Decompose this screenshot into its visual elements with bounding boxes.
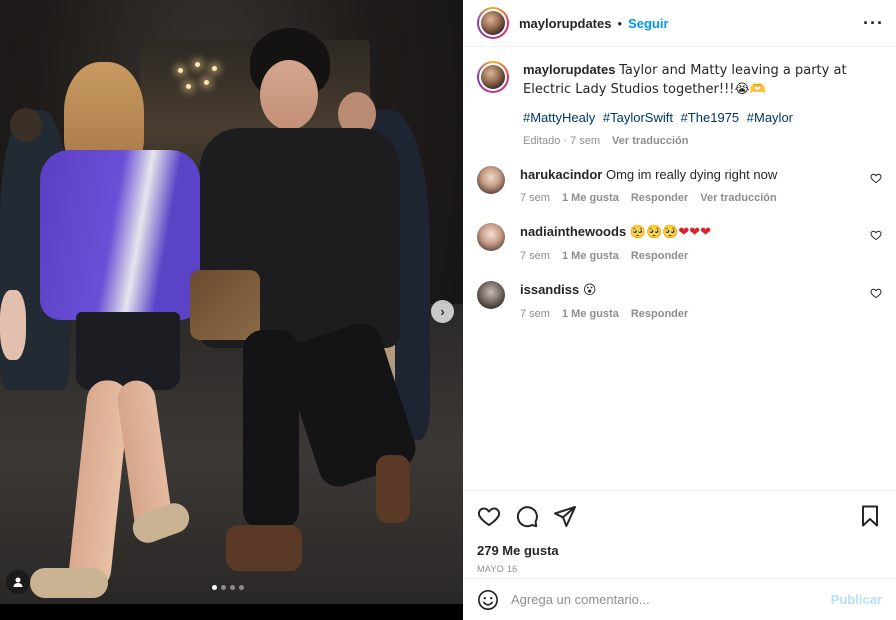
comment-bubble-icon[interactable] bbox=[515, 504, 539, 528]
commenter-username[interactable]: nadiainthewoods bbox=[520, 224, 626, 239]
author-username[interactable]: maylorupdates bbox=[519, 16, 611, 31]
light-bulb bbox=[212, 66, 217, 71]
chevron-right-icon: › bbox=[440, 304, 445, 319]
avatar bbox=[479, 63, 507, 91]
comments-section: maylorupdates Taylor and Matty leaving a… bbox=[463, 47, 896, 490]
hashtag-link[interactable]: #MattyHealy bbox=[523, 110, 595, 125]
comment-text: Omg im really dying right now bbox=[605, 167, 778, 182]
bookmark-icon[interactable] bbox=[858, 504, 882, 528]
comment-time: 7 sem bbox=[520, 192, 550, 204]
comment-meta: 7 sem 1 Me gusta Responder bbox=[520, 247, 858, 265]
handbag bbox=[190, 270, 260, 340]
comment-likes[interactable]: 1 Me gusta bbox=[562, 247, 619, 265]
bystander-head bbox=[10, 108, 42, 142]
comment-likes[interactable]: 1 Me gusta bbox=[562, 305, 619, 323]
man-boot bbox=[376, 455, 410, 523]
light-bulb bbox=[204, 80, 209, 85]
post-side-panel: maylorupdates • Seguir ··· maylorupdates… bbox=[463, 0, 896, 620]
reply-button[interactable]: Responder bbox=[631, 189, 688, 207]
comment-composer: Publicar bbox=[463, 578, 896, 620]
comment-row: harukacindor Omg im really dying right n… bbox=[477, 166, 882, 207]
edited-timestamp: Editado · 7 sem bbox=[523, 135, 601, 147]
light-bulb bbox=[178, 68, 183, 73]
instagram-post-modal: › maylorupdates • Seguir ··· maylorupdat… bbox=[0, 0, 896, 620]
comment-body: harukacindor Omg im really dying right n… bbox=[520, 166, 882, 207]
comment-row: issandiss 😮 7 sem 1 Me gusta Responder bbox=[477, 281, 882, 323]
comment-body: nadiainthewoods 🥺🥺🥺❤❤❤ 7 sem 1 Me gusta … bbox=[520, 223, 882, 265]
commenter-avatar[interactable] bbox=[477, 281, 505, 309]
comment-meta: 7 sem 1 Me gusta Responder bbox=[520, 305, 858, 323]
comment-time: 7 sem bbox=[520, 308, 550, 320]
light-bulb bbox=[186, 84, 191, 89]
comment-meta: 7 sem 1 Me gusta Responder Ver traducció… bbox=[520, 189, 858, 207]
commenter-avatar[interactable] bbox=[477, 223, 505, 251]
comment-likes[interactable]: 1 Me gusta bbox=[562, 189, 619, 207]
more-options-icon[interactable]: ··· bbox=[863, 14, 884, 32]
hashtag-link[interactable]: #Maylor bbox=[747, 110, 793, 125]
avatar bbox=[479, 9, 507, 37]
hashtag-link[interactable]: #TaylorSwift bbox=[603, 110, 673, 125]
heart-icon[interactable] bbox=[870, 172, 882, 184]
caption-body: maylorupdates Taylor and Matty leaving a… bbox=[523, 61, 882, 150]
hashtag-link[interactable]: #The1975 bbox=[681, 110, 740, 125]
caption-row: maylorupdates Taylor and Matty leaving a… bbox=[477, 61, 882, 150]
woman-skirt bbox=[76, 312, 180, 390]
comment-text: 🥺🥺🥺❤❤❤ bbox=[629, 225, 712, 240]
likes-count[interactable]: 279 Me gusta bbox=[477, 543, 882, 558]
caption-meta: Editado · 7 sem Ver traducción bbox=[523, 132, 882, 150]
comment-row: nadiainthewoods 🥺🥺🥺❤❤❤ 7 sem 1 Me gusta … bbox=[477, 223, 882, 265]
carousel-dot bbox=[230, 585, 235, 590]
post-date: MAYO 16 bbox=[477, 564, 518, 574]
emoji-picker-icon[interactable] bbox=[477, 589, 499, 611]
separator-dot: • bbox=[617, 15, 623, 31]
carousel-dot bbox=[239, 585, 244, 590]
comment-input[interactable] bbox=[511, 592, 831, 607]
caption-username[interactable]: maylorupdates bbox=[523, 62, 615, 77]
carousel-dot bbox=[221, 585, 226, 590]
comment-text: 😮 bbox=[582, 283, 597, 298]
like-heart-icon[interactable] bbox=[477, 504, 501, 528]
carousel-dot-active bbox=[212, 585, 217, 590]
woman-sweater bbox=[40, 150, 200, 320]
comment-time: 7 sem bbox=[520, 250, 550, 262]
follow-button[interactable]: Seguir bbox=[628, 16, 668, 31]
action-icons bbox=[477, 501, 882, 531]
post-photo[interactable] bbox=[0, 0, 463, 604]
man-boot bbox=[226, 525, 302, 571]
publish-button[interactable]: Publicar bbox=[831, 592, 882, 607]
hand-foreground bbox=[0, 290, 26, 360]
post-header: maylorupdates • Seguir ··· bbox=[463, 0, 896, 47]
post-media: › bbox=[0, 0, 463, 620]
tagged-user-button[interactable] bbox=[6, 570, 30, 594]
see-translation-link[interactable]: Ver traducción bbox=[612, 132, 688, 150]
caption-avatar[interactable] bbox=[477, 61, 509, 93]
share-paper-plane-icon[interactable] bbox=[553, 504, 577, 528]
commenter-avatar[interactable] bbox=[477, 166, 505, 194]
carousel-next-button[interactable]: › bbox=[431, 300, 454, 323]
light-bulb bbox=[195, 62, 200, 67]
user-icon bbox=[13, 577, 23, 587]
woman-shoe bbox=[30, 568, 108, 598]
comment-body: issandiss 😮 7 sem 1 Me gusta Responder bbox=[520, 281, 882, 323]
post-actions: 279 Me gusta MAYO 16 bbox=[463, 490, 896, 578]
reply-button[interactable]: Responder bbox=[631, 247, 688, 265]
heart-icon[interactable] bbox=[870, 229, 882, 241]
man-face bbox=[260, 60, 318, 130]
author-avatar[interactable] bbox=[477, 7, 509, 39]
carousel-indicator bbox=[212, 585, 244, 590]
reply-button[interactable]: Responder bbox=[631, 305, 688, 323]
see-translation-link[interactable]: Ver traducción bbox=[700, 189, 776, 207]
commenter-username[interactable]: issandiss bbox=[520, 282, 579, 297]
commenter-username[interactable]: harukacindor bbox=[520, 167, 602, 182]
hashtag-list: #MattyHealy #TaylorSwift #The1975 #Maylo… bbox=[523, 109, 882, 127]
heart-icon[interactable] bbox=[870, 287, 882, 299]
